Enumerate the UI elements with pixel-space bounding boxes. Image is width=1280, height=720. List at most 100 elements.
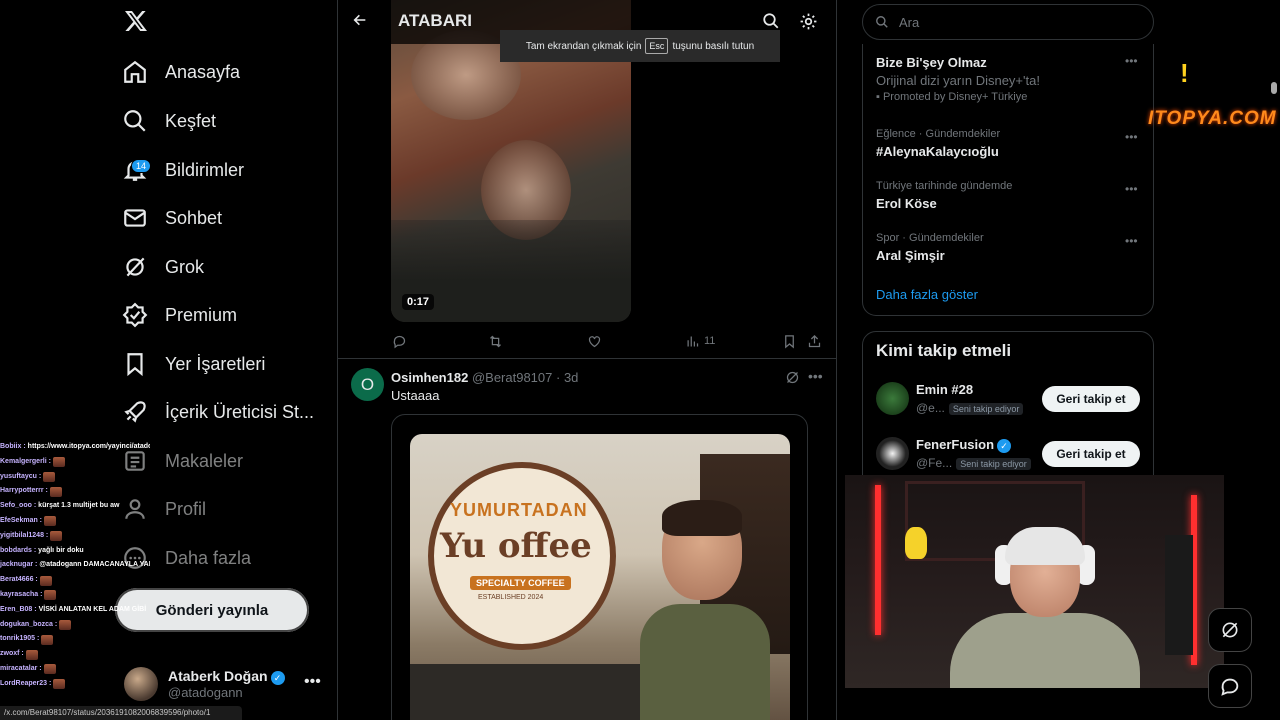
image-logo-main: Yu offee [440,526,592,566]
video-duration: 0:17 [402,294,435,310]
alert-overlay: ! [1180,58,1189,88]
chat-username: miracatalar : [0,664,42,672]
emote-icon [53,679,66,690]
nav-label-notifications: Bildirimler [165,159,245,180]
premium-icon [122,302,148,328]
nav-explore[interactable]: Keşfet [122,101,216,141]
share-icon[interactable] [807,332,822,350]
chat-message: jacknugar : @atadogann DAMACANAYLA YAPSA… [0,558,150,573]
nav-label-articles: Makaleler [165,450,244,471]
nav-creator-studio[interactable]: İçerik Üreticisi St... [122,392,314,432]
trend-more-icon[interactable]: ••• [1125,234,1138,248]
mail-icon [124,209,146,227]
messages-float-button[interactable] [1208,664,1252,708]
chat-username: zwoxf : [0,650,24,658]
account-handle: @atadogann [168,684,243,700]
chat-message: Harrypotterrr : [0,484,150,499]
account-switcher[interactable]: Ataberk Doğan ✓ @atadogann [124,664,324,704]
message-icon [1221,678,1239,696]
back-arrow-icon[interactable] [352,12,368,33]
chat-username: yigitbilal1248 : [0,531,49,539]
trend-subtitle: Orijinal dizi yarın Disney+'ta! [876,73,1040,88]
x-logo-icon[interactable] [124,8,150,36]
follow-suggestion[interactable]: Emin #28 @e... Seni takip ediyor Geri tak… [876,382,1140,422]
emote-icon [52,457,65,468]
nav-label-more: Daha fazla [165,547,252,568]
emote-icon [44,590,57,601]
chat-text: yağlı bir doku [38,546,84,554]
nav-bookmarks[interactable]: Yer İşaretleri [122,344,265,384]
trend-more-icon[interactable]: ••• [1125,182,1138,196]
search-icon [876,16,888,28]
status-url: /x.com/Berat98107/status/203619108200683… [0,706,242,720]
grok-icon[interactable] [785,370,800,385]
nav-grok[interactable]: Grok [122,247,204,287]
trend-item[interactable]: Eğlence · Gündemdekiler #AleynaKalaycıoğ… [876,128,1146,159]
post-image[interactable]: YUMURTADAN Yu offee SPECIALTY COFFEE EST… [410,434,790,720]
reply-icon[interactable] [392,332,407,350]
show-more-link[interactable]: Daha fazla göster [876,287,978,302]
chat-message: Berat4666 : [0,573,150,588]
emote-icon [49,486,62,497]
like-icon[interactable] [587,332,602,350]
trend-item[interactable]: Türkiye tarihinde gündemde Erol Köse [876,180,1146,211]
post-actions: 11 [392,332,824,350]
webcam-overlay [845,475,1224,688]
post-author-name[interactable]: Osimhen182 [391,370,468,385]
emote-icon [44,516,57,527]
nav-label-home: Anasayfa [165,61,241,82]
views-icon[interactable]: 11 [685,332,715,350]
chat-message: dogukan_bozca : [0,618,150,633]
emote-icon [39,575,52,586]
divider [338,358,836,359]
follow-back-button[interactable]: Geri takip et [1042,441,1140,467]
grok-float-button[interactable] [1208,608,1252,652]
scrollbar-thumb[interactable] [1271,82,1277,94]
post-time[interactable]: 3d [564,370,578,385]
follows-you-tag: Seni takip ediyor [948,403,1024,415]
nav-home[interactable]: Anasayfa [122,52,240,92]
chat-username: Kemalgergerli : [0,457,51,465]
post-more-icon[interactable]: ••• [808,368,823,384]
post-header: Osimhen182 @Berat98107 · 3d [391,370,578,385]
trend-more-icon[interactable]: ••• [1125,54,1138,68]
trend-item[interactable]: Bize Bi'şey Olmaz Orijinal dizi yarın Di… [876,55,1146,103]
avatar[interactable]: O [351,368,384,401]
image-person [640,500,770,720]
trend-item[interactable]: Spor · Gündemdekiler Aral Şimşir [876,232,1146,263]
nav-notifications[interactable]: 14 Bildirimler [122,150,244,190]
chat-username: Harrypotterrr : [0,487,48,495]
trend-more-icon[interactable]: ••• [1125,130,1138,144]
image-logo-est: ESTABLISHED 2024 [478,594,544,601]
search-input[interactable]: Ara [862,4,1154,40]
chat-username: LordReaper23 : [0,679,52,687]
avatar [876,437,909,470]
nav-chat[interactable]: Sohbet [122,198,222,238]
chat-message: Kemalgergerli : [0,455,150,470]
trend-title: Erol Köse [876,196,937,211]
chat-message: LordReaper23 : [0,677,150,692]
chat-username: jacknugar : [0,561,38,569]
post-author-handle[interactable]: @Berat98107 [472,370,552,385]
follow-handle-row: @e... Seni takip ediyor [916,401,1024,415]
trend-title: Aral Şimşir [876,248,945,263]
repost-icon[interactable] [488,332,503,350]
chat-username: tonrik1905 : [0,635,40,643]
follow-back-button[interactable]: Geri takip et [1042,386,1140,412]
nav-premium[interactable]: Premium [122,295,237,335]
image-logo-sub: SPECIALTY COFFEE [470,576,571,590]
gear-icon[interactable] [799,12,819,32]
chat-message: EfeSekman : [0,514,150,529]
follow-handle-row: @Fe... Seni takip ediyor [916,456,1031,470]
bookmark-icon[interactable] [782,332,797,350]
post-text: Ustaaaa [391,388,440,403]
fullscreen-toast: Tam ekrandan çıkmak için Esc tuşunu bası… [500,30,780,62]
views-count: 11 [704,335,716,347]
account-more-icon[interactable]: ••• [304,673,321,691]
follow-suggestion[interactable]: FenerFusion ✓ @Fe... Seni takip ediyor Ger… [876,437,1140,477]
chat-message: yusuftaycu : [0,470,150,485]
nav-label-explore: Keşfet [165,110,217,131]
verified-icon: ✓ [270,670,285,685]
search-icon[interactable] [762,12,782,32]
grok-icon [126,257,145,277]
